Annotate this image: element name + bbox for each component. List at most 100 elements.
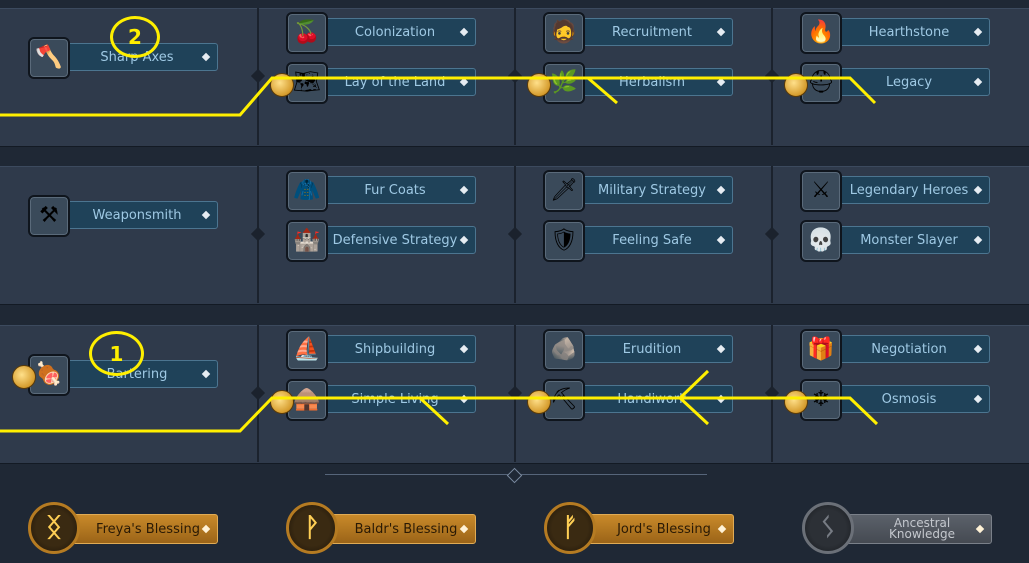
skill-label-bar[interactable]: Monster Slayer (836, 226, 990, 254)
diamond-marker-icon (973, 77, 983, 87)
skill-node-lay-of-the-land[interactable]: 🗺 Lay of the Land (286, 62, 486, 104)
skill-label-bar[interactable]: Negotiation (836, 335, 990, 363)
map-icon-glyph: 🗺 (293, 70, 321, 95)
blessing-jord-s-blessing[interactable]: ᚠ Jord's Blessing (544, 502, 749, 558)
skill-node-hearthstone[interactable]: 🔥 Hearthstone (800, 12, 1000, 54)
longship-icon[interactable]: ⛵ (286, 329, 328, 371)
skill-label-bar[interactable]: Feeling Safe (579, 226, 733, 254)
anvil-icon[interactable]: ⚒ (28, 195, 70, 237)
watchtower-icon[interactable]: 🏰 (286, 220, 328, 262)
blessing-freya-s-blessing[interactable]: ᛝ Freya's Blessing (28, 502, 233, 558)
skill-node-erudition[interactable]: 🪨 Erudition (543, 329, 743, 371)
fire-icon[interactable]: 🔥 (800, 12, 842, 54)
warrior-portrait-icon-glyph: 🧔 (550, 20, 578, 45)
blessing-label-bar[interactable]: Freya's Blessing (68, 514, 218, 544)
skill-label-bar[interactable]: Legacy (836, 68, 990, 96)
tool-icon-glyph: ⛏ (550, 387, 578, 412)
skill-label: Erudition (622, 341, 682, 357)
skill-label-bar[interactable]: Handiwork (579, 385, 733, 413)
skill-node-military-strategy[interactable]: 🗡 Military Strategy (543, 170, 743, 212)
diamond-marker-icon (716, 235, 726, 245)
skill-label-bar[interactable]: Hearthstone (836, 18, 990, 46)
skill-label-bar[interactable]: Legendary Heroes (836, 176, 990, 204)
skill-label-bar[interactable]: Military Strategy (579, 176, 733, 204)
skill-label-bar[interactable]: Shipbuilding (322, 335, 476, 363)
annotation-marker-2: 2 (110, 16, 160, 58)
diamond-marker-icon (973, 27, 983, 37)
skill-node-legendary-heroes[interactable]: ⚔ Legendary Heroes (800, 170, 1000, 212)
skill-node-colonization[interactable]: 🍒 Colonization (286, 12, 486, 54)
skill-label: Legacy (885, 74, 933, 90)
anvil-icon-glyph: ⚒ (39, 203, 59, 228)
skill-node-herbalism[interactable]: 🌿 Herbalism (543, 62, 743, 104)
blessing-label-bar[interactable]: Jord's Blessing (584, 514, 734, 544)
skill-label: Simple Living (351, 391, 439, 407)
skill-node-defensive-strategy[interactable]: 🏰 Defensive Strategy (286, 220, 486, 262)
skill-node-shipbuilding[interactable]: ⛵ Shipbuilding (286, 329, 486, 371)
food-bowl-icon-glyph: 🍒 (293, 20, 321, 45)
skull-icon[interactable]: 💀 (800, 220, 842, 262)
warrior-portrait-icon[interactable]: 🧔 (543, 12, 585, 54)
diamond-marker-icon (459, 394, 469, 404)
diamond-marker-icon (459, 77, 469, 87)
skill-label-bar[interactable]: Weaponsmith (64, 201, 218, 229)
diamond-marker-icon (973, 344, 983, 354)
blessing-label-bar[interactable]: Baldr's Blessing (326, 514, 476, 544)
skill-node-negotiation[interactable]: 🎁 Negotiation (800, 329, 1000, 371)
rune-jord-icon[interactable]: ᚠ (544, 502, 596, 554)
sword-icon[interactable]: 🗡 (543, 170, 585, 212)
rune-ancestral-icon[interactable]: ᛊ (802, 502, 854, 554)
chest-icon[interactable]: 🎁 (800, 329, 842, 371)
skill-label-bar[interactable]: Osmosis (836, 385, 990, 413)
rune-baldr-icon[interactable]: ᚹ (286, 502, 338, 554)
diamond-marker-icon (975, 524, 985, 534)
skill-label-bar[interactable]: Erudition (579, 335, 733, 363)
diamond-marker-icon (716, 185, 726, 195)
skill-label-bar[interactable]: Bartering (64, 360, 218, 388)
skill-label-bar[interactable]: Defensive Strategy (322, 226, 476, 254)
blessing-label: Baldr's Blessing (354, 521, 458, 537)
skill-label: Military Strategy (598, 182, 706, 198)
skill-node-handiwork[interactable]: ⛏ Handiwork (543, 379, 743, 421)
fur-icon[interactable]: 🧥 (286, 170, 328, 212)
skill-label: Feeling Safe (612, 232, 692, 248)
skill-label-bar[interactable]: Simple Living (322, 385, 476, 413)
skill-label: Legendary Heroes (849, 182, 969, 198)
skill-label-bar[interactable]: Colonization (322, 18, 476, 46)
resource-coin-icon (527, 73, 551, 97)
diamond-marker-icon (717, 524, 727, 534)
skill-node-recruitment[interactable]: 🧔 Recruitment (543, 12, 743, 54)
skill-node-weaponsmith[interactable]: ⚒ Weaponsmith (28, 195, 228, 237)
shield-icon[interactable]: 🛡 (543, 220, 585, 262)
runestone-icon[interactable]: 🪨 (543, 329, 585, 371)
blessing-ancestral-knowledge[interactable]: ᛊ Ancestral Knowledge (802, 502, 1007, 558)
skill-label: Defensive Strategy (332, 232, 458, 248)
axe-icon[interactable]: 🪓 (28, 37, 70, 79)
skill-node-fur-coats[interactable]: 🧥 Fur Coats (286, 170, 486, 212)
skill-label-bar[interactable]: Herbalism (579, 68, 733, 96)
resource-coin-icon (784, 73, 808, 97)
axe-icon-glyph: 🪓 (35, 45, 63, 70)
skill-label: Lay of the Land (344, 74, 446, 90)
skill-label-bar[interactable]: Fur Coats (322, 176, 476, 204)
rune-freya-icon[interactable]: ᛝ (28, 502, 80, 554)
blessing-label-bar[interactable]: Ancestral Knowledge (842, 514, 992, 544)
skill-node-legacy[interactable]: ⛑ Legacy (800, 62, 1000, 104)
skill-label: Negotiation (871, 341, 947, 357)
diamond-marker-icon (459, 235, 469, 245)
double-axe-icon[interactable]: ⚔ (800, 170, 842, 212)
skill-label-bar[interactable]: Recruitment (579, 18, 733, 46)
sword-icon-glyph: 🗡 (550, 178, 578, 203)
resource-coin-icon (527, 390, 551, 414)
food-bowl-icon[interactable]: 🍒 (286, 12, 328, 54)
diamond-marker-icon (716, 77, 726, 87)
skill-node-simple-living[interactable]: 🛖 Simple Living (286, 379, 486, 421)
blessing-baldr-s-blessing[interactable]: ᚹ Baldr's Blessing (286, 502, 491, 558)
fire-icon-glyph: 🔥 (807, 20, 835, 45)
herb-icon-glyph: 🌿 (550, 70, 578, 95)
diamond-marker-icon (201, 52, 211, 62)
skill-node-osmosis[interactable]: ❄ Osmosis (800, 379, 1000, 421)
skill-node-monster-slayer[interactable]: 💀 Monster Slayer (800, 220, 1000, 262)
skill-label-bar[interactable]: Lay of the Land (322, 68, 476, 96)
skill-node-feeling-safe[interactable]: 🛡 Feeling Safe (543, 220, 743, 262)
